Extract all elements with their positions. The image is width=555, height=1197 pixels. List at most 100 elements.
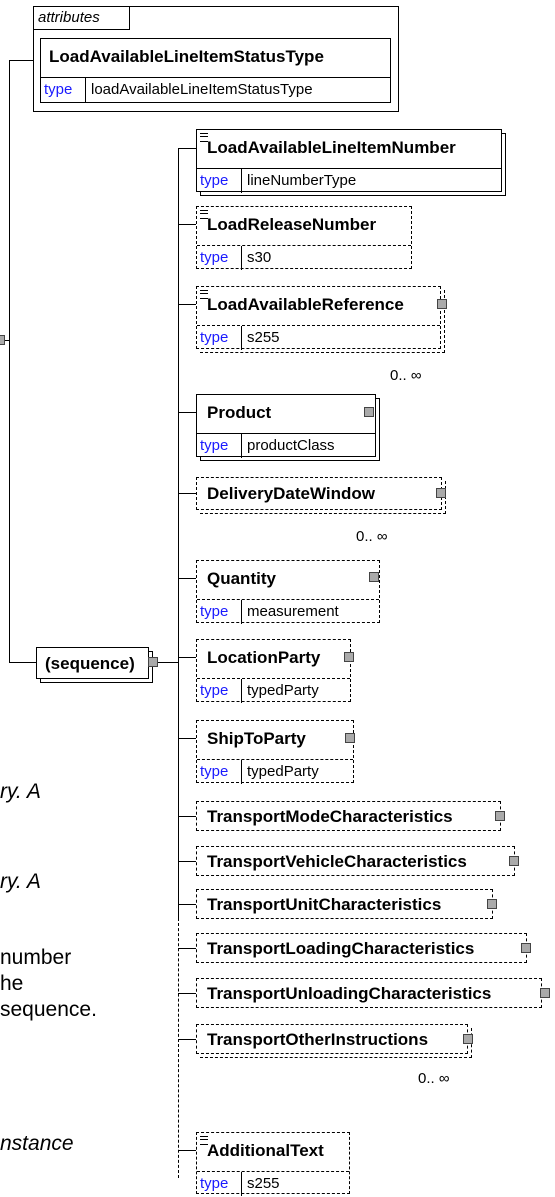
element-box[interactable]: Product type productClass bbox=[196, 394, 376, 458]
element-box[interactable]: LocationParty type typedParty bbox=[196, 639, 351, 703]
type-keyword[interactable]: type bbox=[200, 682, 228, 699]
expand-icon[interactable] bbox=[509, 856, 519, 866]
doc-text: nstance bbox=[0, 1132, 74, 1155]
type-value: productClass bbox=[247, 437, 335, 454]
type-value: s255 bbox=[247, 1175, 280, 1192]
type-keyword[interactable]: type bbox=[200, 437, 228, 454]
element-box[interactable]: TransportUnloadingCharacteristics bbox=[196, 978, 542, 1008]
element-name: ShipToParty bbox=[207, 729, 306, 748]
expand-icon[interactable] bbox=[364, 407, 374, 417]
doc-text: ry. A bbox=[0, 780, 41, 803]
element-box[interactable]: DeliveryDateWindow bbox=[196, 477, 442, 510]
doc-text: he bbox=[0, 972, 24, 995]
element-name: Quantity bbox=[207, 569, 276, 588]
type-row: type loadAvailableLineItemStatusType bbox=[41, 77, 390, 102]
element-name: LoadAvailableReference bbox=[207, 295, 404, 314]
element-box[interactable]: ShipToParty type typedParty bbox=[196, 720, 354, 784]
expand-icon[interactable] bbox=[344, 652, 354, 662]
connector-line bbox=[155, 662, 179, 663]
expand-icon[interactable] bbox=[521, 943, 531, 953]
connector-line bbox=[178, 1150, 196, 1151]
element-name: LoadAvailableLineItemNumber bbox=[207, 138, 456, 157]
type-value: typedParty bbox=[247, 763, 319, 780]
element-name: AdditionalText bbox=[207, 1141, 324, 1160]
connector-line bbox=[178, 304, 196, 305]
type-row: type typedParty bbox=[197, 678, 350, 703]
occurrence-label: 0.. ∞ bbox=[418, 1070, 450, 1087]
element-box[interactable]: TransportLoadingCharacteristics bbox=[196, 933, 527, 963]
type-row: type typedParty bbox=[197, 759, 353, 784]
expand-icon[interactable] bbox=[487, 899, 497, 909]
connector-line bbox=[9, 662, 36, 663]
expand-icon[interactable] bbox=[495, 811, 505, 821]
type-row: type lineNumberType bbox=[197, 168, 501, 193]
connector-line bbox=[178, 148, 179, 918]
connector-line bbox=[178, 738, 196, 739]
sequence-label: (sequence) bbox=[45, 654, 135, 673]
expand-icon[interactable] bbox=[369, 572, 379, 582]
element-box[interactable]: TransportModeCharacteristics bbox=[196, 801, 501, 831]
expand-icon[interactable] bbox=[345, 733, 355, 743]
element-name: LoadReleaseNumber bbox=[207, 215, 377, 234]
element-name: LocationParty bbox=[207, 648, 321, 667]
connector-line bbox=[178, 904, 196, 905]
element-name: TransportUnloadingCharacteristics bbox=[207, 984, 492, 1003]
connector-line bbox=[178, 1039, 196, 1040]
connector-line bbox=[178, 993, 196, 994]
expand-icon[interactable] bbox=[540, 988, 550, 998]
connector-line bbox=[178, 493, 196, 494]
type-value: lineNumberType bbox=[247, 172, 357, 189]
connector-line bbox=[178, 816, 196, 817]
expand-icon[interactable] bbox=[463, 1034, 473, 1044]
connector-line bbox=[178, 861, 196, 862]
expand-icon[interactable] bbox=[436, 488, 446, 498]
type-keyword[interactable]: type bbox=[200, 249, 228, 266]
element-box[interactable]: LoadReleaseNumber type s30 bbox=[196, 206, 412, 270]
connector-line bbox=[9, 60, 10, 663]
schema-diagram: attributes LoadAvailableLineItemStatusTy… bbox=[0, 0, 555, 1197]
element-box[interactable]: LoadAvailableLineItemNumber type lineNum… bbox=[196, 129, 502, 193]
attributes-label: attributes bbox=[38, 9, 100, 26]
type-row: type measurement bbox=[197, 599, 379, 624]
element-name: DeliveryDateWindow bbox=[207, 484, 375, 503]
type-keyword[interactable]: type bbox=[200, 603, 228, 620]
type-keyword[interactable]: type bbox=[200, 329, 228, 346]
connector-line bbox=[178, 657, 196, 658]
type-value: loadAvailableLineItemStatusType bbox=[91, 81, 313, 98]
type-keyword[interactable]: type bbox=[200, 1175, 228, 1192]
type-keyword[interactable]: type bbox=[200, 763, 228, 780]
connector-line bbox=[178, 224, 196, 225]
sequence-compositor[interactable]: (sequence) bbox=[36, 647, 149, 679]
connector-line bbox=[178, 148, 196, 149]
occurrence-label: 0.. ∞ bbox=[390, 367, 422, 384]
connector-line bbox=[178, 948, 196, 949]
element-name: TransportOtherInstructions bbox=[207, 1030, 429, 1049]
element-box[interactable]: TransportUnitCharacteristics bbox=[196, 889, 493, 919]
element-box[interactable]: TransportOtherInstructions bbox=[196, 1024, 468, 1054]
element-box[interactable]: TransportVehicleCharacteristics bbox=[196, 846, 515, 876]
element-box[interactable]: AdditionalText type s255 bbox=[196, 1132, 350, 1196]
type-row: type productClass bbox=[197, 433, 375, 458]
element-name: TransportVehicleCharacteristics bbox=[207, 852, 467, 871]
element-name: TransportUnitCharacteristics bbox=[207, 895, 442, 914]
connector-line bbox=[178, 918, 179, 1178]
attribute-box[interactable]: LoadAvailableLineItemStatusType type loa… bbox=[40, 38, 391, 103]
expand-icon[interactable] bbox=[148, 657, 158, 667]
type-row: type s30 bbox=[197, 245, 411, 270]
connector-line bbox=[9, 60, 36, 61]
element-name: TransportModeCharacteristics bbox=[207, 807, 453, 826]
type-value: typedParty bbox=[247, 682, 319, 699]
attribute-name: LoadAvailableLineItemStatusType bbox=[49, 47, 324, 66]
expand-icon[interactable] bbox=[0, 335, 5, 345]
type-row: type s255 bbox=[197, 1171, 349, 1196]
type-value: s30 bbox=[247, 249, 272, 266]
type-keyword[interactable]: type bbox=[200, 172, 228, 189]
type-value: measurement bbox=[247, 603, 339, 620]
doc-text: sequence. bbox=[0, 998, 97, 1021]
type-keyword[interactable]: type bbox=[44, 81, 72, 98]
element-box[interactable]: Quantity type measurement bbox=[196, 560, 380, 624]
doc-text: number bbox=[0, 946, 72, 969]
element-box[interactable]: LoadAvailableReference type s255 bbox=[196, 286, 441, 350]
element-name: TransportLoadingCharacteristics bbox=[207, 939, 475, 958]
expand-icon[interactable] bbox=[437, 299, 447, 309]
